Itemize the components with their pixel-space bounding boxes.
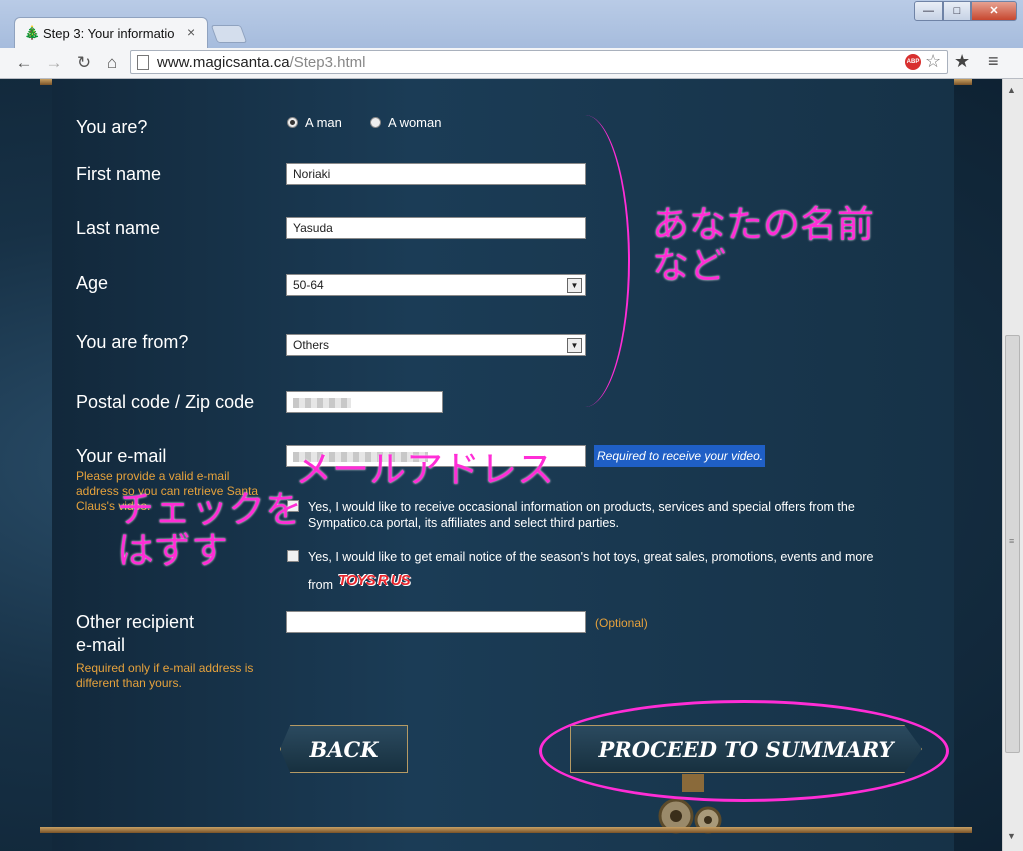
new-tab-button[interactable] (210, 25, 248, 43)
first-name-label: First name (76, 164, 162, 184)
back-button[interactable]: BACK (280, 725, 408, 773)
postal-label: Postal code / Zip code (76, 392, 255, 412)
tab-close-icon[interactable]: × (187, 24, 195, 40)
optin-toysrus-from: from (308, 578, 333, 592)
page-icon (137, 55, 149, 70)
blurred-postal (293, 397, 351, 408)
reload-icon[interactable]: ↻ (72, 51, 96, 75)
browser-toolbar: ← → ↻ ⌂ www.magicsanta.ca/Step3.html ABP… (0, 48, 1023, 79)
email-label: Your e-mail (76, 446, 167, 466)
forward-arrow-icon[interactable]: → (42, 51, 66, 75)
scrollbar-thumb[interactable]: ≡ (1005, 335, 1020, 753)
page-viewport: You are? A man A woman First name Noriak… (0, 79, 1002, 851)
annotation-bracket (540, 115, 630, 407)
address-bar[interactable]: www.magicsanta.ca/Step3.html ABP ☆ (130, 50, 948, 74)
last-name-label: Last name (76, 218, 161, 238)
annotation-email: メールアドレス (295, 448, 554, 491)
age-select-value: 50-64 (293, 278, 324, 292)
frame-bottom-border (40, 827, 972, 833)
other-email-label: Other recipient (76, 612, 195, 632)
from-select-value: Others (293, 338, 330, 352)
gender-label: You are? (76, 117, 148, 137)
radio-woman-label: A woman (388, 115, 442, 130)
required-badge: Required to receive your video. (594, 445, 765, 467)
from-label: You are from? (76, 332, 189, 352)
radio-woman[interactable] (370, 117, 381, 128)
minimize-button[interactable]: — (914, 1, 943, 21)
vertical-scrollbar[interactable]: ▲ ≡ ▼ (1002, 79, 1023, 851)
age-label: Age (76, 273, 109, 293)
toysrus-logo: TOYS R US (338, 572, 411, 589)
optin-sympatico-text: Yes, I would like to receive occasional … (308, 500, 855, 530)
other-email-help: Required only if e-mail address is diffe… (76, 661, 254, 690)
other-email-label-2: e-mail (76, 635, 126, 655)
annotation-uncheck: チェックを はずす (117, 488, 302, 572)
santa-favicon-icon: 🎄 (24, 25, 41, 40)
postal-input[interactable] (286, 391, 443, 413)
close-window-button[interactable]: ✕ (971, 1, 1017, 21)
adblock-icon[interactable]: ABP (905, 54, 921, 70)
menu-icon[interactable]: ≡ (988, 51, 999, 72)
back-arrow-icon[interactable]: ← (12, 51, 36, 75)
scroll-grip-icon: ≡ (1009, 536, 1015, 546)
scroll-down-icon[interactable]: ▼ (1007, 831, 1016, 841)
maximize-button[interactable]: □ (943, 1, 971, 21)
window-titlebar: 🎄 Step 3: Your informatio × — □ ✕ (0, 0, 1023, 49)
tab-title: Step 3: Your informatio (43, 26, 175, 41)
home-icon[interactable]: ⌂ (100, 51, 124, 75)
extension-star-icon[interactable]: ★ (954, 51, 970, 72)
url-text: www.magicsanta.ca/Step3.html (157, 54, 366, 71)
radio-man-label: A man (305, 115, 342, 130)
annotation-name: あなたの名前 など (652, 203, 874, 287)
radio-man[interactable] (287, 117, 298, 128)
other-email-input[interactable] (286, 611, 586, 633)
tab-step3[interactable]: 🎄 Step 3: Your informatio × (14, 17, 208, 49)
optional-hint: (Optional) (595, 616, 648, 630)
scroll-up-icon[interactable]: ▲ (1007, 85, 1016, 95)
bookmark-star-icon[interactable]: ☆ (925, 51, 941, 72)
annotation-ellipse (539, 700, 949, 802)
optin-toysrus-text: Yes, I would like to get email notice of… (308, 550, 874, 564)
